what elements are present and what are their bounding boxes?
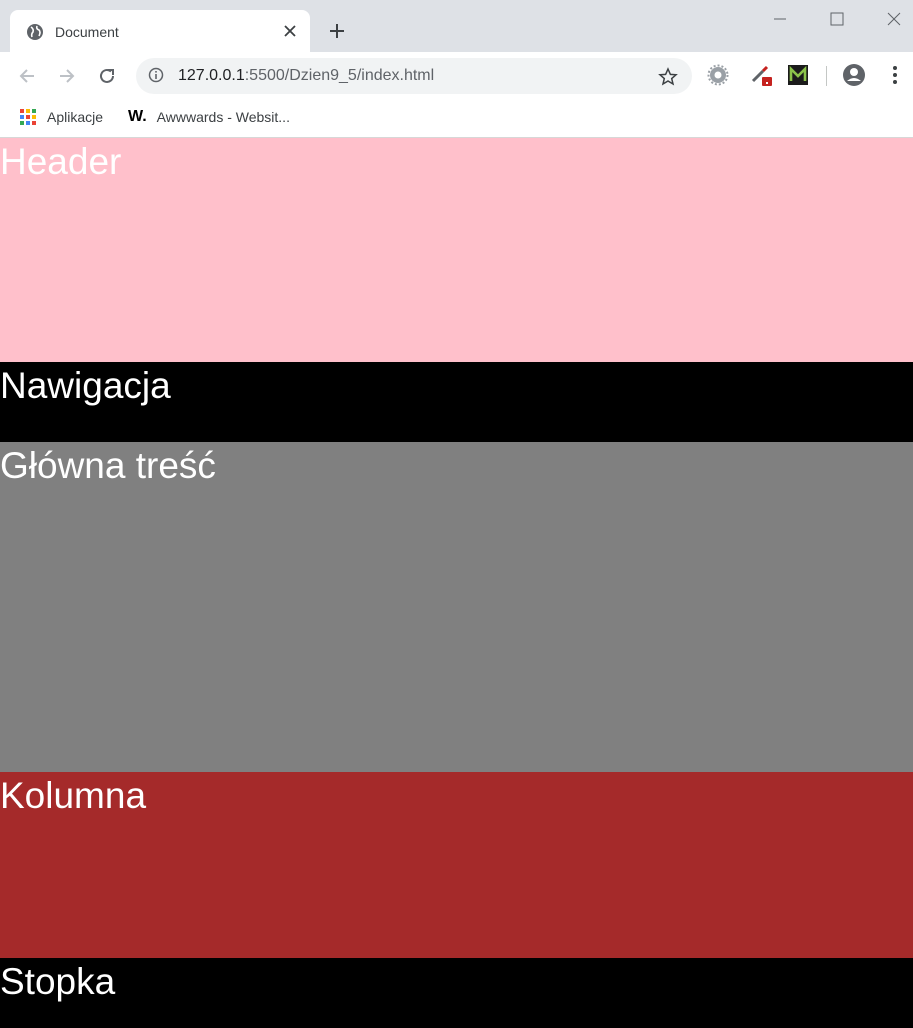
reload-icon[interactable] (93, 62, 121, 90)
bookmark-awwwards-label: Awwwards - Websit... (156, 109, 290, 125)
browser-tab[interactable]: Document (10, 10, 310, 52)
tab-strip: Document (0, 0, 913, 52)
back-arrow-icon[interactable] (13, 62, 41, 90)
column-label: Kolumna (0, 775, 147, 816)
bookmark-awwwards[interactable]: W. Awwwards - Websit... (128, 106, 290, 128)
url-path: :5500/Dzien9_5/index.html (244, 67, 435, 84)
page-header: Header (0, 138, 913, 362)
address-bar[interactable]: 127.0.0.1:5500/Dzien9_5/index.html (136, 58, 692, 94)
m-extension-icon[interactable] (785, 62, 811, 88)
profile-avatar-icon[interactable] (841, 62, 867, 88)
page-footer: Stopka (0, 958, 913, 1028)
bookmarks-bar: Aplikacje W. Awwwards - Websit... (0, 100, 913, 138)
maximize-icon[interactable] (825, 8, 849, 30)
tab-title: Document (55, 24, 119, 40)
forward-arrow-icon[interactable] (53, 62, 81, 90)
page-navigation: Nawigacja (0, 362, 913, 442)
page-main-content: Główna treść (0, 442, 913, 772)
navigation-label: Nawigacja (0, 365, 171, 406)
bookmark-star-icon[interactable] (656, 65, 680, 89)
new-tab-plus-icon[interactable] (325, 19, 349, 43)
globe-icon (26, 23, 44, 41)
toolbar-separator (826, 66, 827, 86)
main-content-label: Główna treść (0, 445, 216, 486)
bookmark-apps-label: Aplikacje (47, 109, 104, 125)
page-viewport: Header Nawigacja Główna treść Kolumna St… (0, 138, 913, 1028)
url-text: 127.0.0.1:5500/Dzien9_5/index.html (178, 67, 434, 85)
settings-gear-icon[interactable] (705, 62, 731, 88)
apps-grid-icon (19, 108, 37, 126)
bookmark-apps[interactable]: Aplikacje (19, 106, 103, 128)
browser-toolbar: 127.0.0.1:5500/Dzien9_5/index.html (0, 52, 913, 100)
close-tab-icon[interactable] (280, 21, 300, 41)
footer-label: Stopka (0, 961, 116, 1002)
header-label: Header (0, 141, 122, 182)
page-column: Kolumna (0, 772, 913, 958)
menu-kebab-icon[interactable] (882, 62, 908, 88)
minimize-icon[interactable] (768, 8, 792, 30)
color-picker-icon[interactable] (748, 62, 774, 88)
close-window-icon[interactable] (882, 8, 906, 30)
site-info-icon[interactable] (148, 67, 166, 85)
awwwards-logo-icon: W. (128, 108, 147, 125)
url-host: 127.0.0.1 (178, 67, 245, 84)
